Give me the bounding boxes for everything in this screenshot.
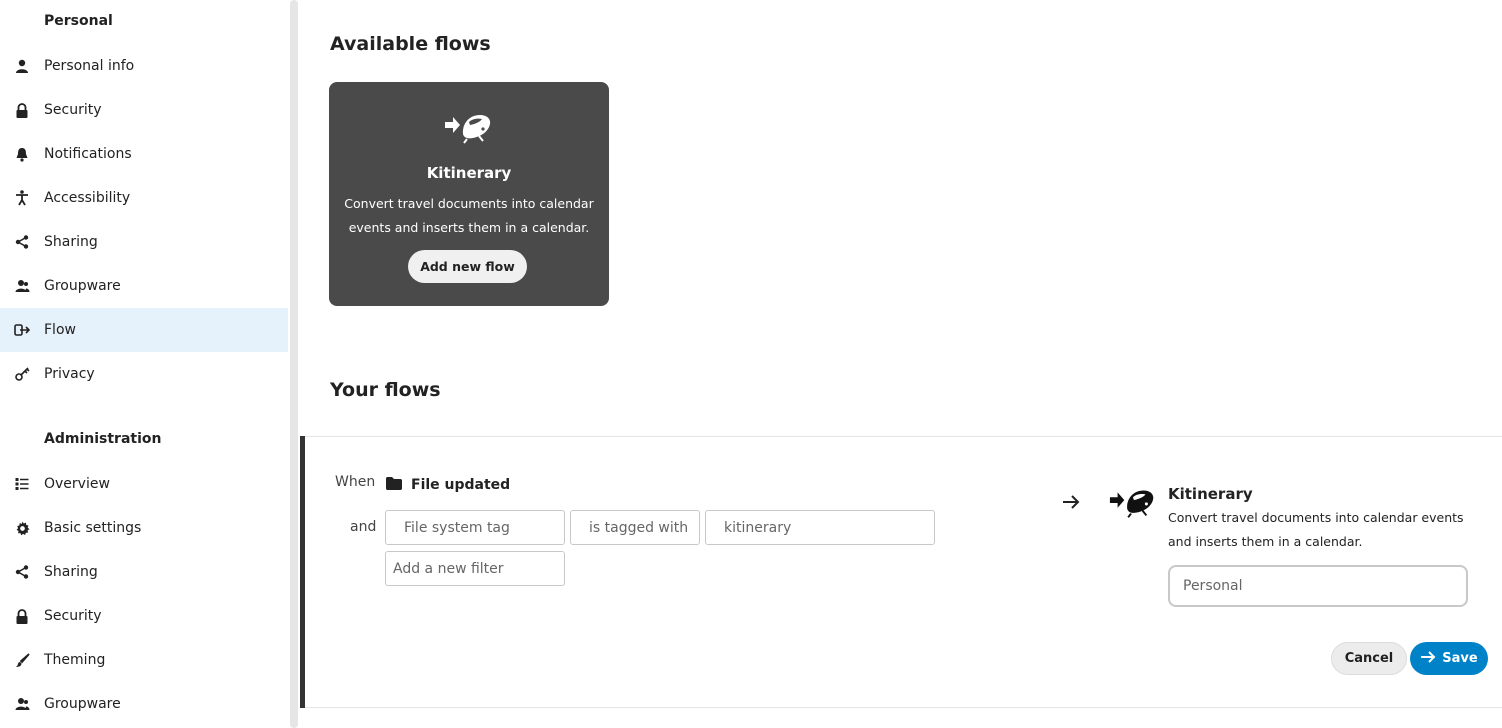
event-selector[interactable]: File updated (386, 476, 510, 494)
sidebar-item-label: Groupware (44, 696, 121, 712)
lock-icon (14, 608, 30, 624)
your-flows-heading: Your flows (330, 379, 441, 401)
sidebar-item-label: Notifications (44, 146, 132, 162)
sidebar-item-label: Basic settings (44, 520, 142, 536)
sidebar-item-groupware[interactable]: Groupware (0, 264, 288, 308)
sidebar-item-admin-groupware[interactable]: Groupware (0, 682, 288, 726)
share-icon (14, 234, 30, 250)
add-new-flow-button[interactable]: Add new flow (408, 250, 527, 283)
kitinerary-train-icon (1108, 485, 1156, 519)
available-flows-heading: Available flows (330, 33, 491, 55)
sidebar-item-notifications[interactable]: Notifications (0, 132, 288, 176)
group-icon (14, 278, 30, 294)
sidebar-item-label: Groupware (44, 278, 121, 294)
sidebar-item-admin-security[interactable]: Security (0, 594, 288, 638)
sidebar-item-security[interactable]: Security (0, 88, 288, 132)
sidebar-scrollbar[interactable] (290, 0, 298, 728)
add-filter-select[interactable]: Add a new filter (385, 551, 565, 586)
key-icon (14, 366, 30, 382)
paintbrush-icon (14, 652, 30, 668)
bell-icon (14, 146, 30, 162)
sidebar-item-flow[interactable]: Flow (0, 308, 288, 352)
accessibility-icon (14, 190, 30, 206)
when-label: When (335, 474, 376, 490)
sidebar-item-label: Sharing (44, 564, 98, 580)
settings-sidebar: Personal Personal info Security Notifica… (0, 0, 288, 728)
share-icon (14, 564, 30, 580)
sidebar-item-basic-settings[interactable]: Basic settings (0, 506, 288, 550)
sidebar-item-accessibility[interactable]: Accessibility (0, 176, 288, 220)
save-label: Save (1442, 651, 1478, 666)
operation-title: Kitinerary (1168, 485, 1253, 503)
kitinerary-flow-card: Kitinerary Convert travel documents into… (329, 82, 609, 306)
personal-section-title: Personal (44, 13, 113, 29)
sidebar-item-personal-info[interactable]: Personal info (0, 44, 288, 88)
sidebar-item-label: Security (44, 102, 102, 118)
sidebar-item-sharing[interactable]: Sharing (0, 220, 288, 264)
sidebar-item-privacy[interactable]: Privacy (0, 352, 288, 396)
check-operator-select[interactable]: is tagged with (570, 510, 700, 545)
person-icon (14, 58, 30, 74)
administration-section-title: Administration (44, 431, 162, 447)
sidebar-item-label: Overview (44, 476, 110, 492)
flow-rule-accent-bar (300, 436, 305, 708)
card-description: Convert travel documents into calendar e… (344, 196, 594, 235)
sidebar-item-label: Privacy (44, 366, 95, 382)
sidebar-item-label: Personal info (44, 58, 135, 74)
sidebar-item-admin-sharing[interactable]: Sharing (0, 550, 288, 594)
check-value-input[interactable]: kitinerary (705, 510, 935, 545)
check-field-select[interactable]: File system tag (385, 510, 565, 545)
cancel-button[interactable]: Cancel (1331, 642, 1407, 675)
folder-icon (386, 476, 402, 494)
list-icon (14, 476, 30, 492)
sidebar-item-overview[interactable]: Overview (0, 462, 288, 506)
sidebar-item-label: Security (44, 608, 102, 624)
sidebar-item-label: Flow (44, 322, 76, 338)
card-title: Kitinerary (426, 164, 512, 182)
group-icon (14, 696, 30, 712)
operation-description: Convert travel documents into calendar e… (1168, 510, 1464, 549)
sidebar-item-label: Sharing (44, 234, 98, 250)
and-label: and (350, 519, 377, 535)
sidebar-item-theming[interactable]: Theming (0, 638, 288, 682)
kitinerary-train-icon (443, 110, 493, 144)
calendar-select[interactable]: Personal (1168, 565, 1468, 607)
arrow-right-icon (1061, 492, 1081, 512)
flow-icon (14, 322, 30, 338)
sidebar-item-label: Accessibility (44, 190, 131, 206)
gear-icon (14, 520, 30, 536)
sidebar-item-label: Theming (44, 652, 106, 668)
lock-icon (14, 102, 30, 118)
arrow-right-icon (1420, 649, 1436, 669)
event-label: File updated (411, 477, 511, 493)
save-button[interactable]: Save (1410, 642, 1488, 675)
